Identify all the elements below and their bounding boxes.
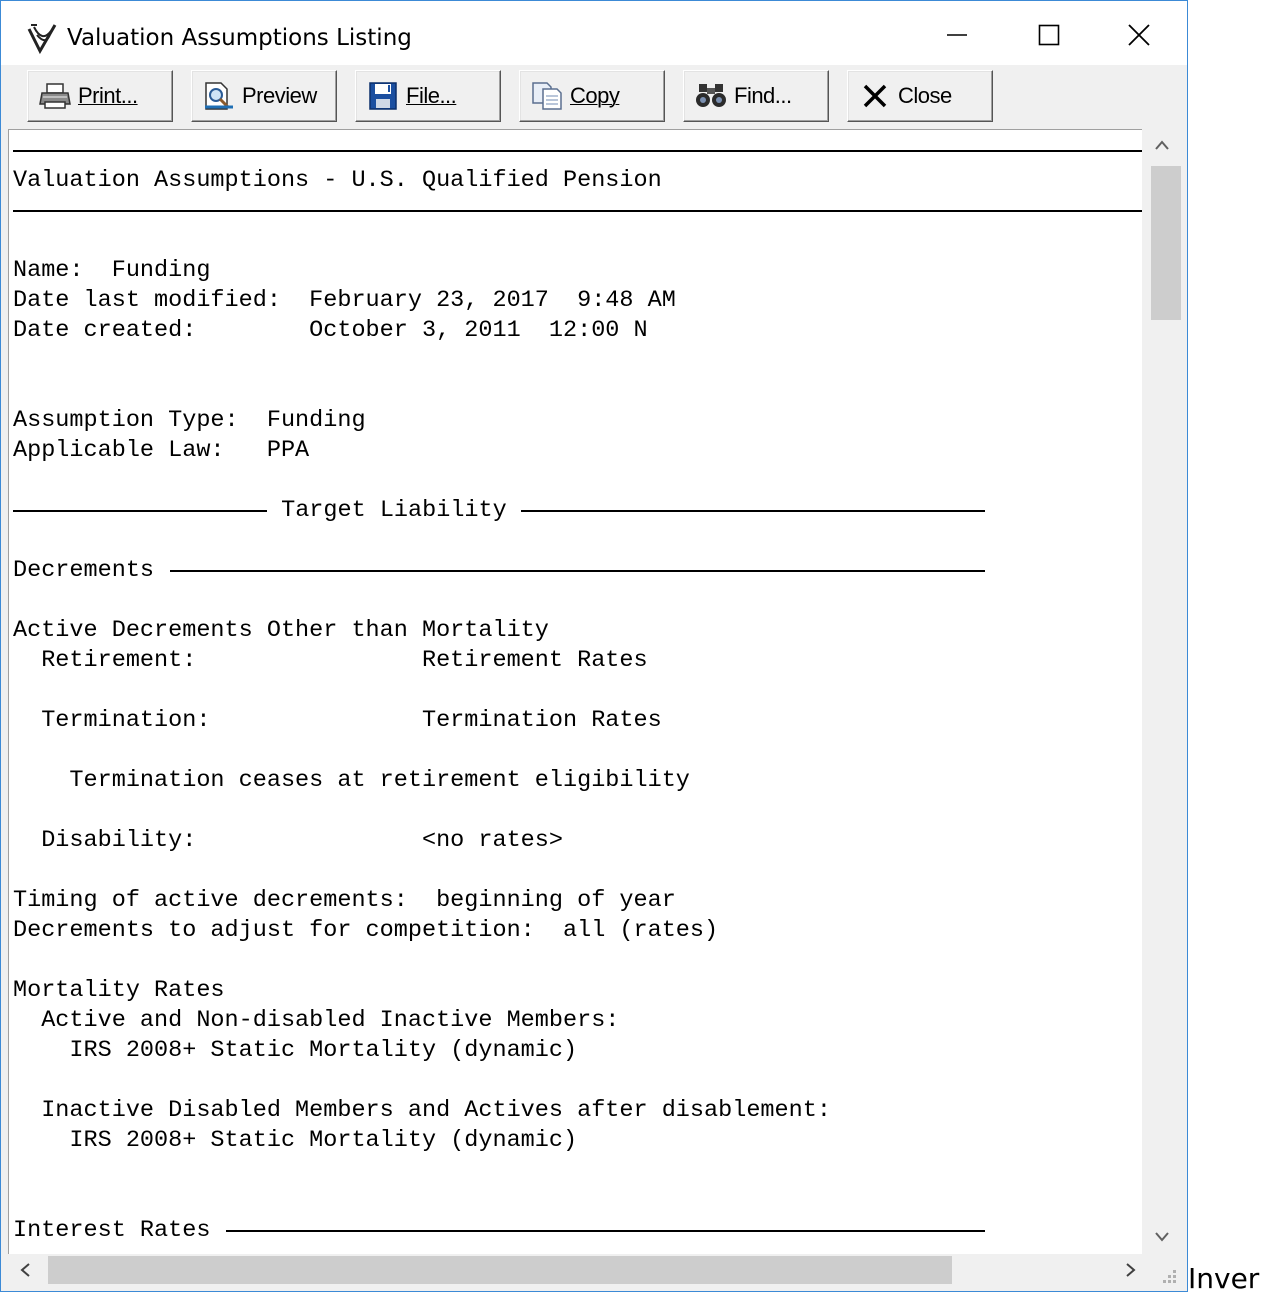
scroll-left-arrow-icon[interactable] [18, 1262, 32, 1278]
print-label: Print... [78, 83, 138, 108]
print-button[interactable]: Print... [27, 70, 173, 122]
close-x-icon [858, 81, 892, 111]
applicable-law-line: Applicable Law: PPA [13, 437, 310, 464]
divider [13, 150, 1147, 152]
horizontal-scroll-thumb[interactable] [48, 1256, 952, 1284]
maximize-button[interactable] [1023, 11, 1075, 59]
vertical-scroll-thumb[interactable] [1151, 166, 1181, 320]
preview-icon [202, 81, 236, 111]
date-created-line: Date created: October 3, 2011 12:00 N [13, 317, 648, 344]
competition-line: Decrements to adjust for competition: al… [13, 917, 719, 944]
listing-heading: Valuation Assumptions - U.S. Qualified P… [13, 167, 662, 194]
date-modified-line: Date last modified: February 23, 2017 9:… [13, 287, 676, 314]
preview-button[interactable]: Preview [191, 70, 337, 122]
retirement-line: Retirement: Retirement Rates [13, 647, 648, 674]
section-decrements: Decrements [13, 557, 169, 584]
copy-icon [530, 81, 564, 111]
scroll-right-arrow-icon[interactable] [1124, 1262, 1138, 1278]
scroll-up-arrow-icon[interactable] [1154, 138, 1170, 152]
inactive-disabled-line: Inactive Disabled Members and Actives af… [13, 1097, 831, 1124]
close-icon [1128, 24, 1150, 46]
active-decrements-heading: Active Decrements Other than Mortality [13, 617, 549, 644]
minimize-icon [947, 34, 967, 36]
close-label: Close [898, 83, 952, 108]
termination-line: Termination: Termination Rates [13, 707, 662, 734]
file-label: File... [406, 83, 457, 108]
listing-viewport[interactable]: Valuation Assumptions - U.S. Qualified P… [8, 129, 1182, 1255]
toolbar: Print... Preview File... Copy Find... Cl… [1, 65, 1187, 127]
preview-label: Preview [242, 83, 317, 108]
scroll-down-arrow-icon[interactable] [1154, 1230, 1170, 1244]
divider [521, 510, 985, 512]
section-target-liability: Target Liability [267, 497, 521, 524]
floppy-disk-icon [366, 81, 400, 111]
copy-label: Copy [570, 83, 620, 108]
timing-line: Timing of active decrements: beginning o… [13, 887, 676, 914]
binoculars-icon [694, 81, 728, 111]
close-button[interactable]: Close [847, 70, 993, 122]
title-bar[interactable]: Valuation Assumptions Listing [1, 1, 1187, 65]
resize-grip-icon[interactable] [1157, 1264, 1179, 1286]
printer-icon [38, 81, 72, 111]
divider [13, 210, 1147, 212]
minimize-button[interactable] [931, 11, 983, 59]
mortality-table-line: IRS 2008+ Static Mortality (dynamic) [13, 1037, 578, 1064]
section-interest-rates: Interest Rates [13, 1217, 225, 1244]
divider [226, 1230, 985, 1232]
assumption-type-line: Assumption Type: Funding [13, 407, 366, 434]
divider [170, 570, 985, 572]
window-close-button[interactable] [1113, 11, 1165, 59]
background-text-fragment: Inver [1188, 1262, 1260, 1295]
mortality-heading: Mortality Rates [13, 977, 225, 1004]
name-line: Name: Funding [13, 257, 211, 284]
find-button[interactable]: Find... [683, 70, 829, 122]
app-logo-icon [27, 24, 57, 55]
file-button[interactable]: File... [355, 70, 501, 122]
active-nondisabled-line: Active and Non-disabled Inactive Members… [13, 1007, 620, 1034]
termination-ceases-line: Termination ceases at retirement eligibi… [13, 767, 690, 794]
window-title: Valuation Assumptions Listing [67, 25, 412, 51]
maximize-icon [1038, 24, 1060, 46]
find-label: Find... [734, 83, 792, 108]
copy-button[interactable]: Copy [519, 70, 665, 122]
mortality-table-line: IRS 2008+ Static Mortality (dynamic) [13, 1127, 578, 1154]
divider [13, 510, 267, 512]
disability-line: Disability: <no rates> [13, 827, 563, 854]
